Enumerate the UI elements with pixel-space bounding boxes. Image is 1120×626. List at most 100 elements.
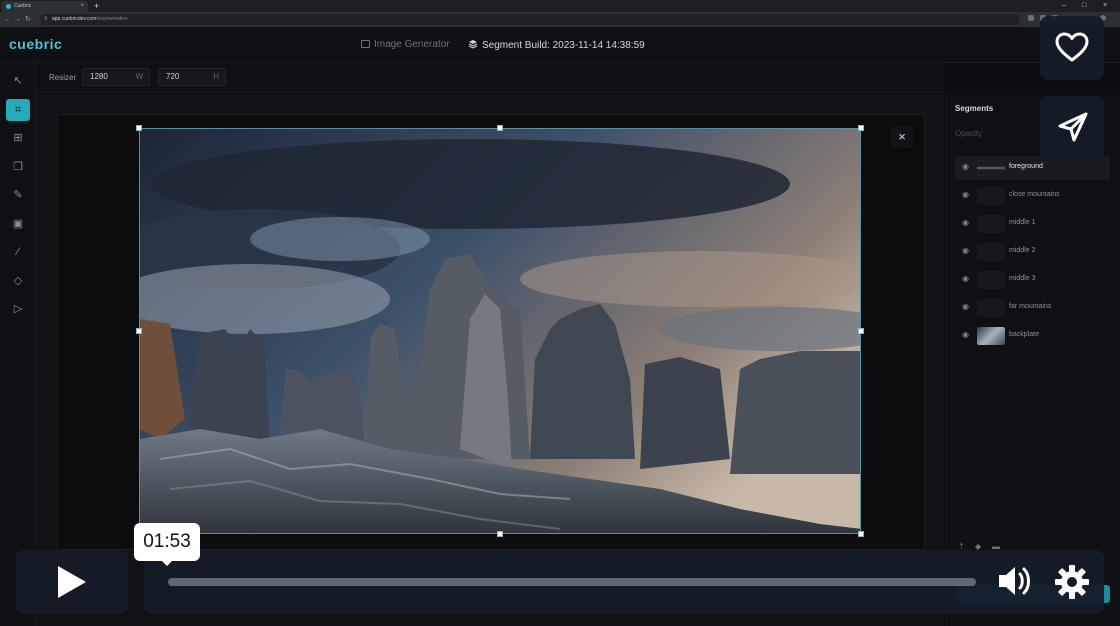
segment-item[interactable]: ◉ close mountains [955,184,1110,208]
canvas-image[interactable] [139,128,861,534]
heart-icon [1055,32,1089,62]
eraser-tool[interactable]: ◇ [6,270,30,292]
segment-thumbnail [977,299,1005,317]
visibility-eye-icon[interactable]: ◉ [962,302,972,314]
window-maximize-button[interactable]: □ [1082,0,1086,12]
segments-title: Segments [955,104,994,113]
resize-handle-top[interactable] [497,125,503,131]
width-input[interactable]: 1280 W [82,68,150,86]
close-button[interactable]: × [891,126,913,148]
paint-icon: ✎ [13,189,23,201]
window-close-button[interactable]: × [1103,0,1107,12]
segment-item[interactable]: ◉ middle 3 [955,268,1110,292]
resize-handle-bottom-right[interactable] [858,531,864,537]
inpaint-icon: ▣ [12,217,24,230]
select-tool[interactable]: ↖ [6,70,30,92]
layers-icon [468,40,478,49]
select-icon: ↖ [13,75,23,87]
segment-name: close mountains [1009,191,1060,198]
tab-close-icon[interactable]: × [80,1,84,12]
current-time: 01:53 [134,523,200,561]
segment-name: far mountains [1009,303,1052,310]
share-button[interactable] [1040,96,1104,160]
reload-button[interactable]: ↻ [25,13,31,26]
time-tooltip: 01:53 [134,523,200,566]
resize-handle-right[interactable] [858,328,864,334]
brush-tool[interactable]: ⁄ [6,241,30,263]
image-generator-link[interactable]: Image Generator [361,39,450,51]
resize-icon: ⊞ [13,132,23,144]
height-value: 720 [166,72,180,81]
visibility-eye-icon[interactable]: ◉ [962,246,972,258]
play-icon: ▷ [13,303,23,315]
segment-thumbnail [977,327,1005,345]
visibility-eye-icon[interactable]: ◉ [962,218,972,230]
visibility-eye-icon[interactable]: ◉ [962,190,972,202]
tooltip-arrow [160,559,174,566]
resize-handle-top-left[interactable] [136,125,142,131]
settings-gear-icon[interactable] [1053,563,1091,601]
paint-tool[interactable]: ✎ [6,184,30,206]
forward-button[interactable]: → [14,13,21,26]
resizer-label: Resizer [49,73,77,82]
segment-name: middle 1 [1009,219,1036,226]
url-host: app.cuebricdev.com [52,16,97,22]
send-icon [1058,112,1088,142]
eraser-icon: ◇ [13,274,23,287]
height-unit: H [213,72,219,81]
segment-thumbnail [977,243,1005,261]
crop-tool[interactable]: ⌗ [6,98,30,121]
segment-item[interactable]: ◉ middle 2 [955,240,1110,264]
seek-bar[interactable] [168,578,976,586]
favicon-icon [6,4,11,9]
like-button[interactable] [1040,16,1104,80]
crop-icon: ⌗ [14,103,22,116]
opacity-label: Opacity [955,129,983,138]
screen: Cuebric × + – □ × ← → ↻ ⚲ app.cuebricdev… [0,0,1120,626]
play-icon [58,566,86,598]
lock-icon: ⚲ [44,16,48,22]
url-path: /segmentation [96,16,128,22]
resize-tool[interactable]: ⊞ [6,127,30,149]
app-logo[interactable]: cuebric [9,36,62,52]
volume-icon[interactable] [996,562,1034,600]
play-tool[interactable]: ▷ [6,298,30,320]
width-unit: W [135,72,143,81]
back-button[interactable]: ← [4,13,11,26]
resize-handle-bottom[interactable] [497,531,503,537]
segment-build-link[interactable]: Segment Build: 2023-11-14 14:38:59 [468,39,645,52]
visibility-eye-icon[interactable]: ◉ [962,274,972,286]
segment-name: backplate [1009,331,1039,338]
extension-icon[interactable] [1028,15,1034,21]
segment-name: middle 3 [1009,275,1036,282]
layers-tool[interactable]: ❐ [6,156,30,178]
segment-item[interactable]: ◉ backplate [955,324,1110,348]
image-generator-label: Image Generator [374,39,450,50]
layers-icon: ❐ [13,160,23,173]
height-input[interactable]: 720 H [158,68,226,86]
visibility-eye-icon[interactable]: ◉ [962,162,972,174]
new-tab-button[interactable]: + [94,0,99,12]
browser-tab-title: Cuebric [14,3,32,9]
play-button[interactable] [16,550,128,614]
width-value: 1280 [90,72,108,81]
segment-thumbnail [977,215,1005,233]
resize-handle-left[interactable] [136,328,142,334]
segment-thumbnail [977,271,1005,289]
segment-name: middle 2 [1009,247,1036,254]
inpaint-tool[interactable]: ▣ [6,213,30,235]
segment-item[interactable]: ◉ far mountains [955,296,1110,320]
brush-icon: ⁄ [17,246,19,258]
url-input[interactable]: ⚲ app.cuebricdev.com/segmentation [40,14,1020,25]
image-icon [361,40,370,48]
segment-thumbnail [977,187,1005,205]
browser-tab[interactable]: Cuebric × [2,1,88,12]
segment-item[interactable]: ◉ middle 1 [955,212,1110,236]
window-minimize-button[interactable]: – [1062,0,1066,12]
browser-tab-bar: Cuebric × + – □ × [0,0,1120,12]
visibility-eye-icon[interactable]: ◉ [962,330,972,342]
resize-handle-top-right[interactable] [858,125,864,131]
landscape-image [140,129,860,533]
segment-name: foreground [1009,163,1043,170]
segment-build-label: Segment Build: 2023-11-14 14:38:59 [482,40,645,51]
